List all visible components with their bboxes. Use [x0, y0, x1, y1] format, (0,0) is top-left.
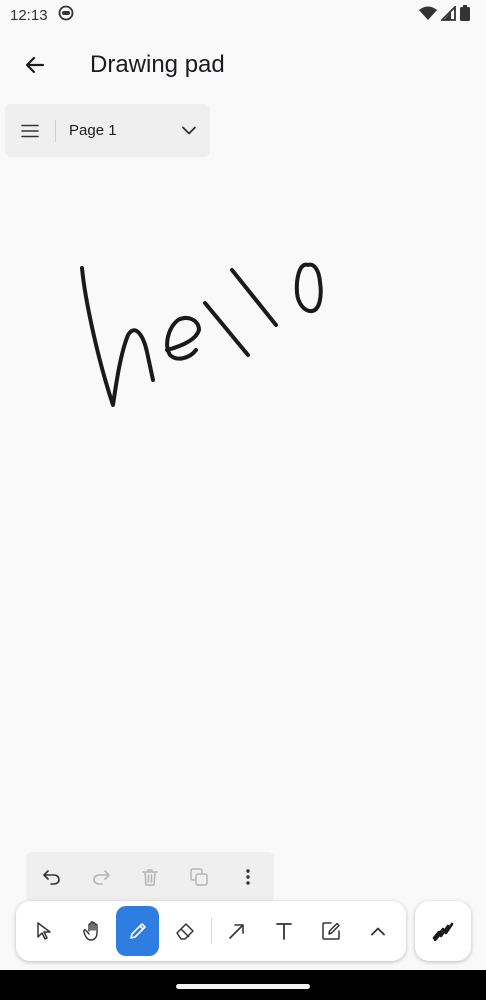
divider: [210, 918, 212, 944]
ink-stroke-e: [165, 316, 201, 361]
trash-icon: [142, 869, 158, 886]
action-bar: [26, 852, 274, 902]
tool-pen[interactable]: [116, 906, 160, 956]
style-button[interactable]: [415, 901, 471, 961]
more-options-button[interactable]: [228, 857, 268, 897]
hamburger-menu-icon: [21, 124, 39, 137]
eraser-icon: [176, 923, 194, 940]
chevron-up-icon: [371, 927, 386, 935]
page-bar: Page 1: [5, 104, 210, 157]
cursor-icon: [36, 922, 51, 940]
redo-button[interactable]: [81, 857, 121, 897]
current-page-label: Page 1: [69, 122, 117, 139]
cell-signal-icon: [439, 4, 456, 25]
tool-hand[interactable]: [69, 906, 112, 956]
tool-bar: [16, 901, 406, 961]
app-notification-icon: [58, 5, 74, 25]
arrow-icon: [229, 924, 244, 939]
pages-menu-button[interactable]: [5, 104, 55, 157]
undo-icon: [43, 870, 61, 885]
status-bar: 12:13: [0, 0, 486, 30]
tool-text[interactable]: [263, 906, 306, 956]
tool-select[interactable]: [22, 906, 65, 956]
wifi-icon: [419, 6, 437, 25]
tool-arrow[interactable]: [215, 906, 258, 956]
home-handle[interactable]: [176, 984, 310, 989]
redo-icon: [93, 870, 110, 885]
ink-stroke-o: [294, 262, 323, 314]
text-icon: [276, 923, 293, 940]
tool-note[interactable]: [310, 906, 353, 956]
scribble-icon: [432, 922, 454, 941]
page-dropdown[interactable]: Page 1: [56, 104, 210, 157]
tool-eraser[interactable]: [163, 906, 206, 956]
page-title: Drawing pad: [90, 51, 225, 78]
chevron-down-icon: [182, 126, 196, 135]
arrow-back-icon: [25, 56, 45, 74]
hand-icon: [82, 921, 98, 941]
duplicate-icon: [190, 868, 208, 886]
ink-stroke-l1: [203, 301, 250, 357]
ink-stroke-l2: [230, 268, 278, 327]
note-edit-icon: [322, 922, 340, 940]
expand-tools-button[interactable]: [357, 906, 400, 956]
more-vertical-icon: [245, 869, 250, 885]
duplicate-button[interactable]: [179, 857, 219, 897]
status-time: 12:13: [10, 6, 48, 24]
battery-icon: [460, 5, 470, 25]
app-bar: Drawing pad: [0, 30, 486, 100]
undo-button[interactable]: [32, 857, 72, 897]
drawing-canvas[interactable]: [0, 160, 486, 850]
pencil-icon: [130, 923, 146, 939]
ink-stroke-h: [80, 266, 155, 407]
back-button[interactable]: [10, 40, 60, 90]
delete-button[interactable]: [130, 857, 170, 897]
